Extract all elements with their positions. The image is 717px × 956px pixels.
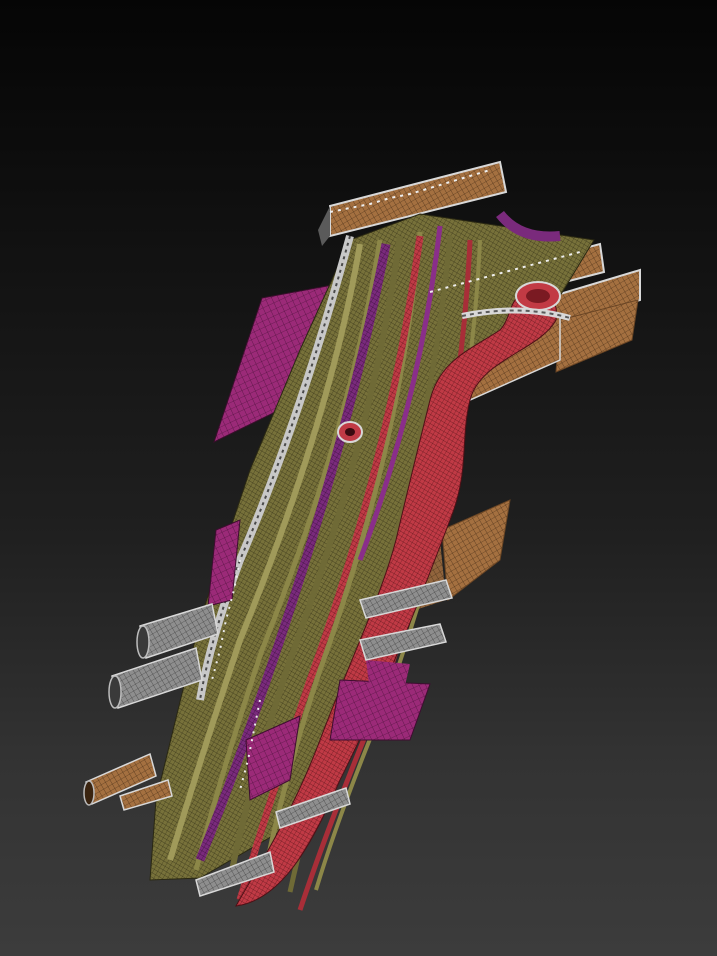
red-ring-eye[interactable] [337, 421, 363, 443]
mesh-scene[interactable] [0, 0, 717, 956]
3d-viewport[interactable] [0, 0, 717, 956]
